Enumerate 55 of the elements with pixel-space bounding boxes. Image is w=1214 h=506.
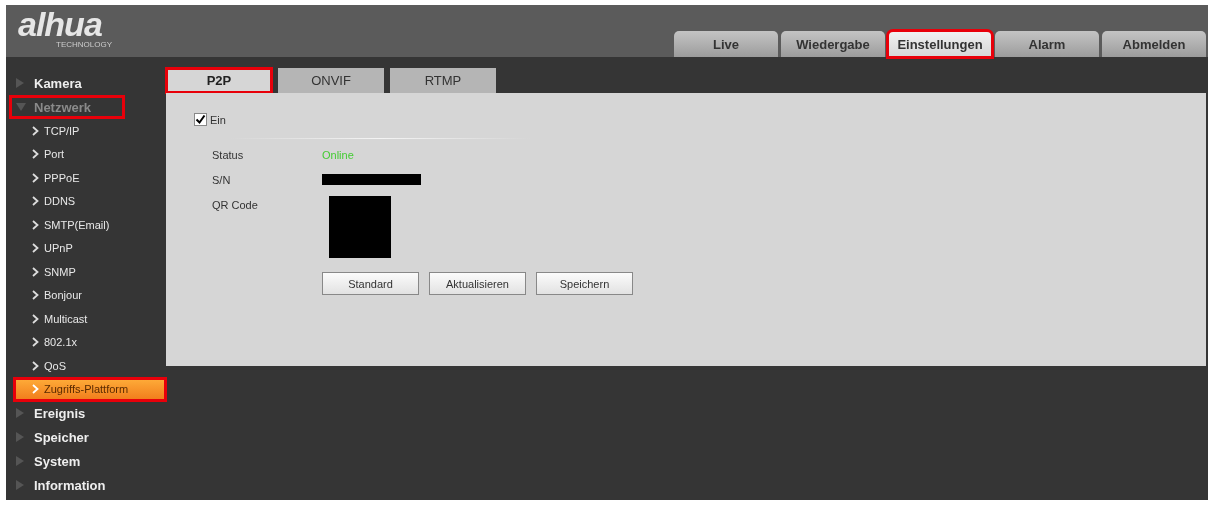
sidebar-item[interactable]: Netzwerk bbox=[9, 95, 125, 119]
caret-down-icon bbox=[16, 103, 26, 111]
chevron-right-icon bbox=[32, 313, 39, 324]
sidebar-subitem[interactable]: 802.1x bbox=[6, 330, 166, 354]
caret-right-icon bbox=[16, 432, 24, 442]
caret-right-icon bbox=[16, 480, 24, 490]
caret-right-icon bbox=[16, 78, 24, 88]
nav-tab[interactable]: Alarm bbox=[995, 31, 1099, 57]
redacted-qr-code bbox=[329, 196, 391, 258]
chevron-right-icon bbox=[32, 219, 39, 230]
nav-tab[interactable]: Wiedergabe bbox=[781, 31, 885, 57]
checkbox-label: Ein bbox=[210, 113, 226, 126]
chevron-right-icon bbox=[32, 384, 39, 395]
sidebar-item[interactable]: Speicher bbox=[6, 425, 166, 449]
sidebar-subitem[interactable]: SNMP bbox=[6, 260, 166, 284]
chevron-right-icon bbox=[32, 360, 39, 371]
sidebar-subitem[interactable]: Multicast bbox=[6, 307, 166, 331]
nav-tab[interactable]: Einstellungen bbox=[888, 31, 992, 57]
logo: alhua TECHNOLOGY bbox=[17, 7, 112, 51]
sidebar-subitem[interactable]: Zugriffs-Plattform bbox=[14, 377, 166, 401]
sidebar-subitem[interactable]: SMTP(Email) bbox=[6, 213, 166, 237]
chevron-right-icon bbox=[32, 337, 39, 348]
sidebar-subitem[interactable]: PPPoE bbox=[6, 166, 166, 190]
chevron-right-icon bbox=[32, 266, 39, 277]
sidebar-subitem[interactable]: Port bbox=[6, 142, 166, 166]
chevron-right-icon bbox=[32, 243, 39, 254]
chevron-right-icon bbox=[32, 149, 39, 160]
nav-tab[interactable]: Live bbox=[674, 31, 778, 57]
sidebar-item[interactable]: Kamera bbox=[6, 71, 166, 95]
nav-tab[interactable]: Abmelden bbox=[1102, 31, 1206, 57]
field-label: QR Code bbox=[212, 199, 259, 211]
chevron-right-icon bbox=[32, 196, 39, 207]
sidebar-subitem[interactable]: QoS bbox=[6, 354, 166, 378]
caret-right-icon bbox=[16, 408, 24, 418]
field-label: S/N bbox=[212, 174, 232, 186]
tab[interactable]: P2P bbox=[166, 68, 272, 93]
sidebar-item[interactable]: Ereignis bbox=[6, 401, 166, 425]
sidebar-subitem[interactable]: TCP/IP bbox=[6, 119, 166, 143]
caret-right-icon bbox=[16, 456, 24, 466]
status-value: Online bbox=[322, 149, 354, 161]
action-button[interactable]: Aktualisieren bbox=[429, 272, 526, 295]
field-label: Status bbox=[212, 149, 245, 161]
chevron-right-icon bbox=[32, 172, 39, 183]
sidebar-item[interactable]: System bbox=[6, 449, 166, 473]
sidebar-subitem[interactable]: Bonjour bbox=[6, 283, 166, 307]
action-button[interactable]: Standard bbox=[322, 272, 419, 295]
checkbox[interactable] bbox=[194, 113, 207, 126]
chevron-right-icon bbox=[32, 290, 39, 301]
tab[interactable]: RTMP bbox=[390, 68, 496, 93]
sidebar-item[interactable]: Information bbox=[6, 473, 166, 497]
sidebar-subitem[interactable]: UPnP bbox=[6, 236, 166, 260]
action-button[interactable]: Speichern bbox=[536, 272, 633, 295]
chevron-right-icon bbox=[32, 125, 39, 136]
sidebar-subitem[interactable]: DDNS bbox=[6, 189, 166, 213]
tab[interactable]: ONVIF bbox=[278, 68, 384, 93]
